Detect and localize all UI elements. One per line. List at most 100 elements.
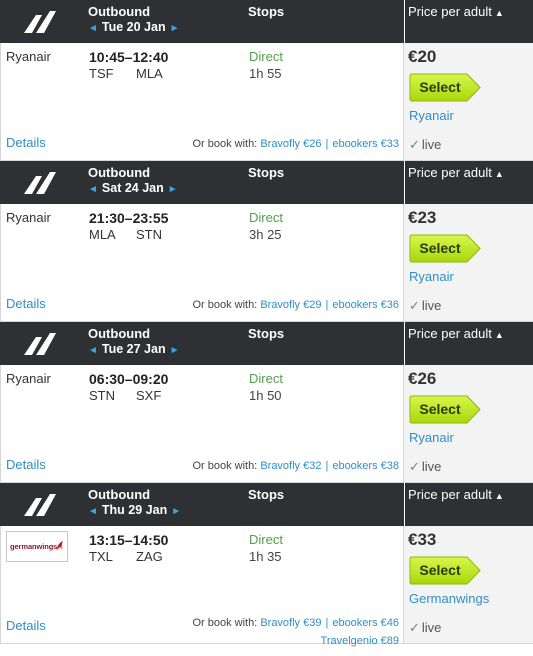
germanwings-logo: germanwings	[6, 531, 68, 562]
booking-provider-link[interactable]: Ryanair	[409, 269, 454, 284]
alt-provider-link[interactable]: ebookers €46	[332, 617, 399, 629]
alt-provider-link[interactable]: Bravofly €32	[260, 460, 321, 472]
outbound-date: Tue 27 Jan	[101, 342, 166, 356]
booking-provider-link[interactable]: Germanwings	[409, 591, 489, 606]
destination-airport: STN	[136, 227, 162, 242]
stops-value: Direct	[249, 532, 283, 547]
alt-provider-link[interactable]: Travelgenio €89	[321, 635, 399, 647]
next-date-arrow-icon[interactable]: ►	[171, 506, 181, 517]
flight-times: 21:30–23:55	[89, 210, 169, 226]
outbound-label: Outbound	[88, 4, 151, 19]
select-button-label: Select	[419, 240, 461, 256]
previous-date-arrow-icon[interactable]: ◄	[88, 506, 98, 517]
alternative-booking-options: Or book with: Bravofly €29 | ebookers €36	[192, 299, 399, 311]
separator: |	[325, 299, 329, 311]
alt-provider-link[interactable]: Bravofly €29	[260, 299, 321, 311]
sort-ascending-icon: ▲	[494, 330, 504, 340]
or-book-with-label: Or book with:	[192, 299, 258, 311]
result-header: Outbound ◄ Tue 27 Jan ► Stops Price per ad…	[0, 322, 533, 365]
airline-name: Ryanair	[6, 210, 51, 225]
airline-tail-icon	[24, 11, 56, 33]
price-per-adult-label: Price per adult	[408, 326, 492, 341]
select-button[interactable]: Select	[409, 73, 481, 102]
date-selector: ◄ Thu 29 Jan ►	[88, 503, 181, 517]
live-price-indicator: ✓ live	[409, 137, 441, 153]
details-link[interactable]: Details	[6, 135, 46, 150]
check-icon: ✓	[409, 137, 420, 152]
stops-value: Direct	[249, 210, 283, 225]
outbound-date: Sat 24 Jan	[101, 181, 164, 195]
next-date-arrow-icon[interactable]: ►	[168, 184, 178, 195]
live-price-indicator: ✓ live	[409, 298, 441, 314]
result-header: Outbound ◄ Thu 29 Jan ► Stops Price per ad…	[0, 483, 533, 526]
airline-tail-icon	[24, 333, 56, 355]
previous-date-arrow-icon[interactable]: ◄	[88, 345, 98, 356]
select-button[interactable]: Select	[409, 395, 481, 424]
alt-provider-link[interactable]: ebookers €33	[332, 138, 399, 150]
airline-name: Ryanair	[6, 371, 51, 386]
select-button-label: Select	[419, 401, 461, 417]
select-button-label: Select	[419, 562, 461, 578]
origin-airport: STN	[89, 388, 115, 403]
alt-provider-link[interactable]: ebookers €38	[332, 460, 399, 472]
origin-airport: MLA	[89, 227, 116, 242]
live-price-indicator: ✓ live	[409, 459, 441, 475]
or-book-with-label: Or book with:	[192, 617, 258, 629]
check-icon: ✓	[409, 298, 420, 313]
next-date-arrow-icon[interactable]: ►	[170, 23, 180, 34]
select-button[interactable]: Select	[409, 234, 481, 263]
separator: |	[325, 138, 329, 150]
flight-info: Ryanair 21:30–23:55 MLA STN Direct 3h 25…	[0, 204, 403, 322]
destination-airport: SXF	[136, 388, 162, 403]
next-date-arrow-icon[interactable]: ►	[170, 345, 180, 356]
previous-date-arrow-icon[interactable]: ◄	[88, 184, 98, 195]
price: €20	[408, 47, 437, 66]
select-button[interactable]: Select	[409, 556, 481, 585]
details-link[interactable]: Details	[6, 618, 46, 633]
booking-provider-link[interactable]: Ryanair	[409, 430, 454, 445]
flight-duration: 1h 55	[249, 66, 282, 81]
origin-airport: TSF	[89, 66, 114, 81]
sort-ascending-icon: ▲	[494, 491, 504, 501]
airline-tail-icon	[24, 494, 56, 516]
airports: MLA STN	[89, 227, 162, 242]
booking-provider-link[interactable]: Ryanair	[409, 108, 454, 123]
stops-value: Direct	[249, 49, 283, 64]
airports: STN SXF	[89, 388, 161, 403]
price: €23	[408, 208, 437, 227]
price-per-adult-sort[interactable]: Price per adult ▲	[404, 0, 533, 43]
stops-label: Stops	[248, 4, 285, 19]
stops-label: Stops	[248, 487, 285, 502]
select-button-label: Select	[419, 79, 461, 95]
outbound-date: Thu 29 Jan	[101, 503, 168, 517]
live-label: live	[421, 620, 442, 635]
airline-tail-icon	[24, 172, 56, 194]
outbound-label: Outbound	[88, 487, 151, 502]
details-link[interactable]: Details	[6, 457, 46, 472]
previous-date-arrow-icon[interactable]: ◄	[88, 23, 98, 34]
alternative-booking-options: Or book with: Bravofly €32 | ebookers €38	[192, 460, 399, 472]
sort-ascending-icon: ▲	[494, 8, 504, 18]
alt-provider-link[interactable]: Bravofly €39	[260, 617, 321, 629]
price-per-adult-label: Price per adult	[408, 4, 492, 19]
stops-label: Stops	[248, 326, 285, 341]
alt-provider-link[interactable]: ebookers €36	[332, 299, 399, 311]
date-selector: ◄ Tue 20 Jan ►	[88, 20, 180, 34]
price-per-adult-sort[interactable]: Price per adult ▲	[404, 161, 533, 204]
price: €33	[408, 530, 437, 549]
flight-duration: 1h 35	[249, 549, 282, 564]
destination-airport: MLA	[136, 66, 163, 81]
price-per-adult-sort[interactable]: Price per adult ▲	[404, 483, 533, 526]
destination-airport: ZAG	[136, 549, 163, 564]
live-label: live	[421, 298, 442, 313]
airports: TXL ZAG	[89, 549, 163, 564]
price-per-adult-label: Price per adult	[408, 165, 492, 180]
alt-provider-link[interactable]: Bravofly €26	[260, 138, 321, 150]
flight-info: germanwings 13:15–14:50 TXL ZAG Direct 1…	[0, 526, 403, 647]
date-selector: ◄ Sat 24 Jan ►	[88, 181, 178, 195]
details-link[interactable]: Details	[6, 296, 46, 311]
price: €26	[408, 369, 437, 388]
alternative-booking-options: Or book with: Bravofly €26 | ebookers €33	[192, 138, 399, 150]
flight-info: Ryanair 10:45–12:40 TSF MLA Direct 1h 55…	[0, 43, 403, 161]
price-per-adult-sort[interactable]: Price per adult ▲	[404, 322, 533, 365]
